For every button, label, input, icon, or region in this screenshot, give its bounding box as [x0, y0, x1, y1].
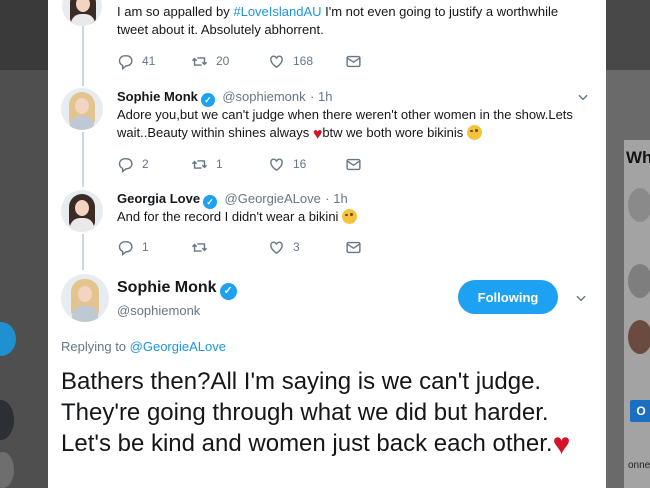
display-name[interactable]: Sophie Monk — [117, 279, 217, 296]
tweet-header: Georgia Love ✓ @GeorgieALove · 1h — [117, 190, 348, 209]
heart-icon — [270, 54, 283, 68]
tweet-text: I am so appalled by #LoveIslandAU I'm no… — [117, 4, 559, 37]
display-name[interactable]: Georgia Love — [117, 191, 200, 206]
chevron-down-icon[interactable] — [574, 291, 588, 305]
mention-link[interactable]: @GeorgieALove — [130, 339, 226, 354]
verified-badge-icon: ✓ — [203, 195, 218, 209]
conversation-line — [82, 132, 84, 187]
avatar-partial — [0, 400, 14, 440]
heart-icon — [270, 240, 283, 254]
heart-icon — [270, 157, 283, 171]
tweet-actions: 1 3 — [117, 238, 417, 256]
following-button[interactable]: Following — [458, 280, 558, 314]
message-button[interactable] — [345, 52, 362, 70]
avatar-partial — [0, 452, 14, 488]
display-name[interactable]: Sophie Monk — [117, 89, 198, 104]
tweet-text: Bathers then?All I'm saying is we can't … — [61, 368, 571, 461]
timestamp[interactable]: · 1h — [310, 89, 332, 104]
retweet-icon — [191, 159, 208, 169]
hashtag-link[interactable]: #LoveIslandAU — [233, 4, 321, 19]
envelope-icon — [346, 55, 361, 67]
message-button[interactable] — [345, 238, 362, 256]
backdrop-right: Who O onne — [606, 0, 650, 488]
reply-icon — [118, 240, 133, 256]
envelope-icon — [346, 241, 361, 253]
reply-button[interactable]: 2 — [117, 155, 149, 173]
retweet-icon — [191, 56, 208, 66]
avatar[interactable] — [61, 88, 103, 130]
reply-button[interactable]: 41 — [117, 52, 155, 70]
user-handle[interactable]: @sophiemonk — [222, 89, 305, 104]
reply-icon — [118, 157, 133, 173]
backdrop-header-image — [0, 0, 48, 70]
user-handle[interactable]: @sophiemonk — [117, 303, 200, 318]
tweet-header: Sophie Monk ✓ — [117, 279, 240, 300]
tweet-modal: I am so appalled by #LoveIslandAU I'm no… — [48, 0, 606, 488]
avatar[interactable] — [61, 274, 109, 322]
compose-button-partial — [0, 322, 16, 356]
tweet-actions: 41 20 168 — [117, 52, 417, 70]
suggestion-avatar — [628, 320, 650, 354]
backdrop-left — [0, 0, 48, 488]
avatar[interactable] — [62, 0, 102, 26]
message-button[interactable] — [345, 155, 362, 173]
retweet-icon — [191, 242, 208, 252]
chevron-down-icon[interactable] — [576, 90, 590, 104]
reply-button[interactable]: 1 — [117, 238, 149, 256]
tweet-text: And for the record I didn't wear a bikin… — [117, 208, 595, 226]
like-button[interactable]: 16 — [268, 155, 306, 173]
replying-to: Replying to @GeorgieALove — [61, 339, 226, 354]
like-button[interactable]: 3 — [268, 238, 300, 256]
red-heart-emoji: ♥ — [312, 126, 323, 143]
envelope-icon — [346, 158, 361, 170]
red-heart-emoji: ♥ — [552, 428, 571, 461]
suggestion-avatar — [628, 188, 650, 222]
suggestion-avatar — [628, 264, 650, 298]
retweet-button[interactable] — [191, 238, 216, 256]
user-handle[interactable]: @GeorgieALove — [225, 191, 321, 206]
outlook-app-icon: O — [630, 400, 650, 422]
who-to-follow-heading: Who — [626, 148, 650, 167]
verified-badge-icon: ✓ — [219, 283, 237, 300]
backdrop-header-image — [606, 0, 650, 70]
winking-face-emoji — [342, 209, 358, 224]
reply-icon — [118, 54, 133, 70]
winking-face-emoji — [466, 125, 482, 140]
retweet-button[interactable]: 20 — [191, 52, 229, 70]
verified-badge-icon: ✓ — [200, 93, 215, 107]
timestamp[interactable]: · 1h — [325, 191, 347, 206]
tweet-actions: 2 1 16 — [117, 155, 417, 173]
tweet-text: Adore you,but we can't judge when there … — [117, 107, 573, 143]
retweet-button[interactable]: 1 — [191, 155, 223, 173]
like-button[interactable]: 168 — [268, 52, 313, 70]
conversation-line — [82, 234, 84, 270]
tweet-header: Sophie Monk ✓ @sophiemonk · 1h — [117, 88, 333, 107]
sidebar-snippet: onne — [628, 460, 650, 471]
avatar[interactable] — [61, 190, 103, 232]
